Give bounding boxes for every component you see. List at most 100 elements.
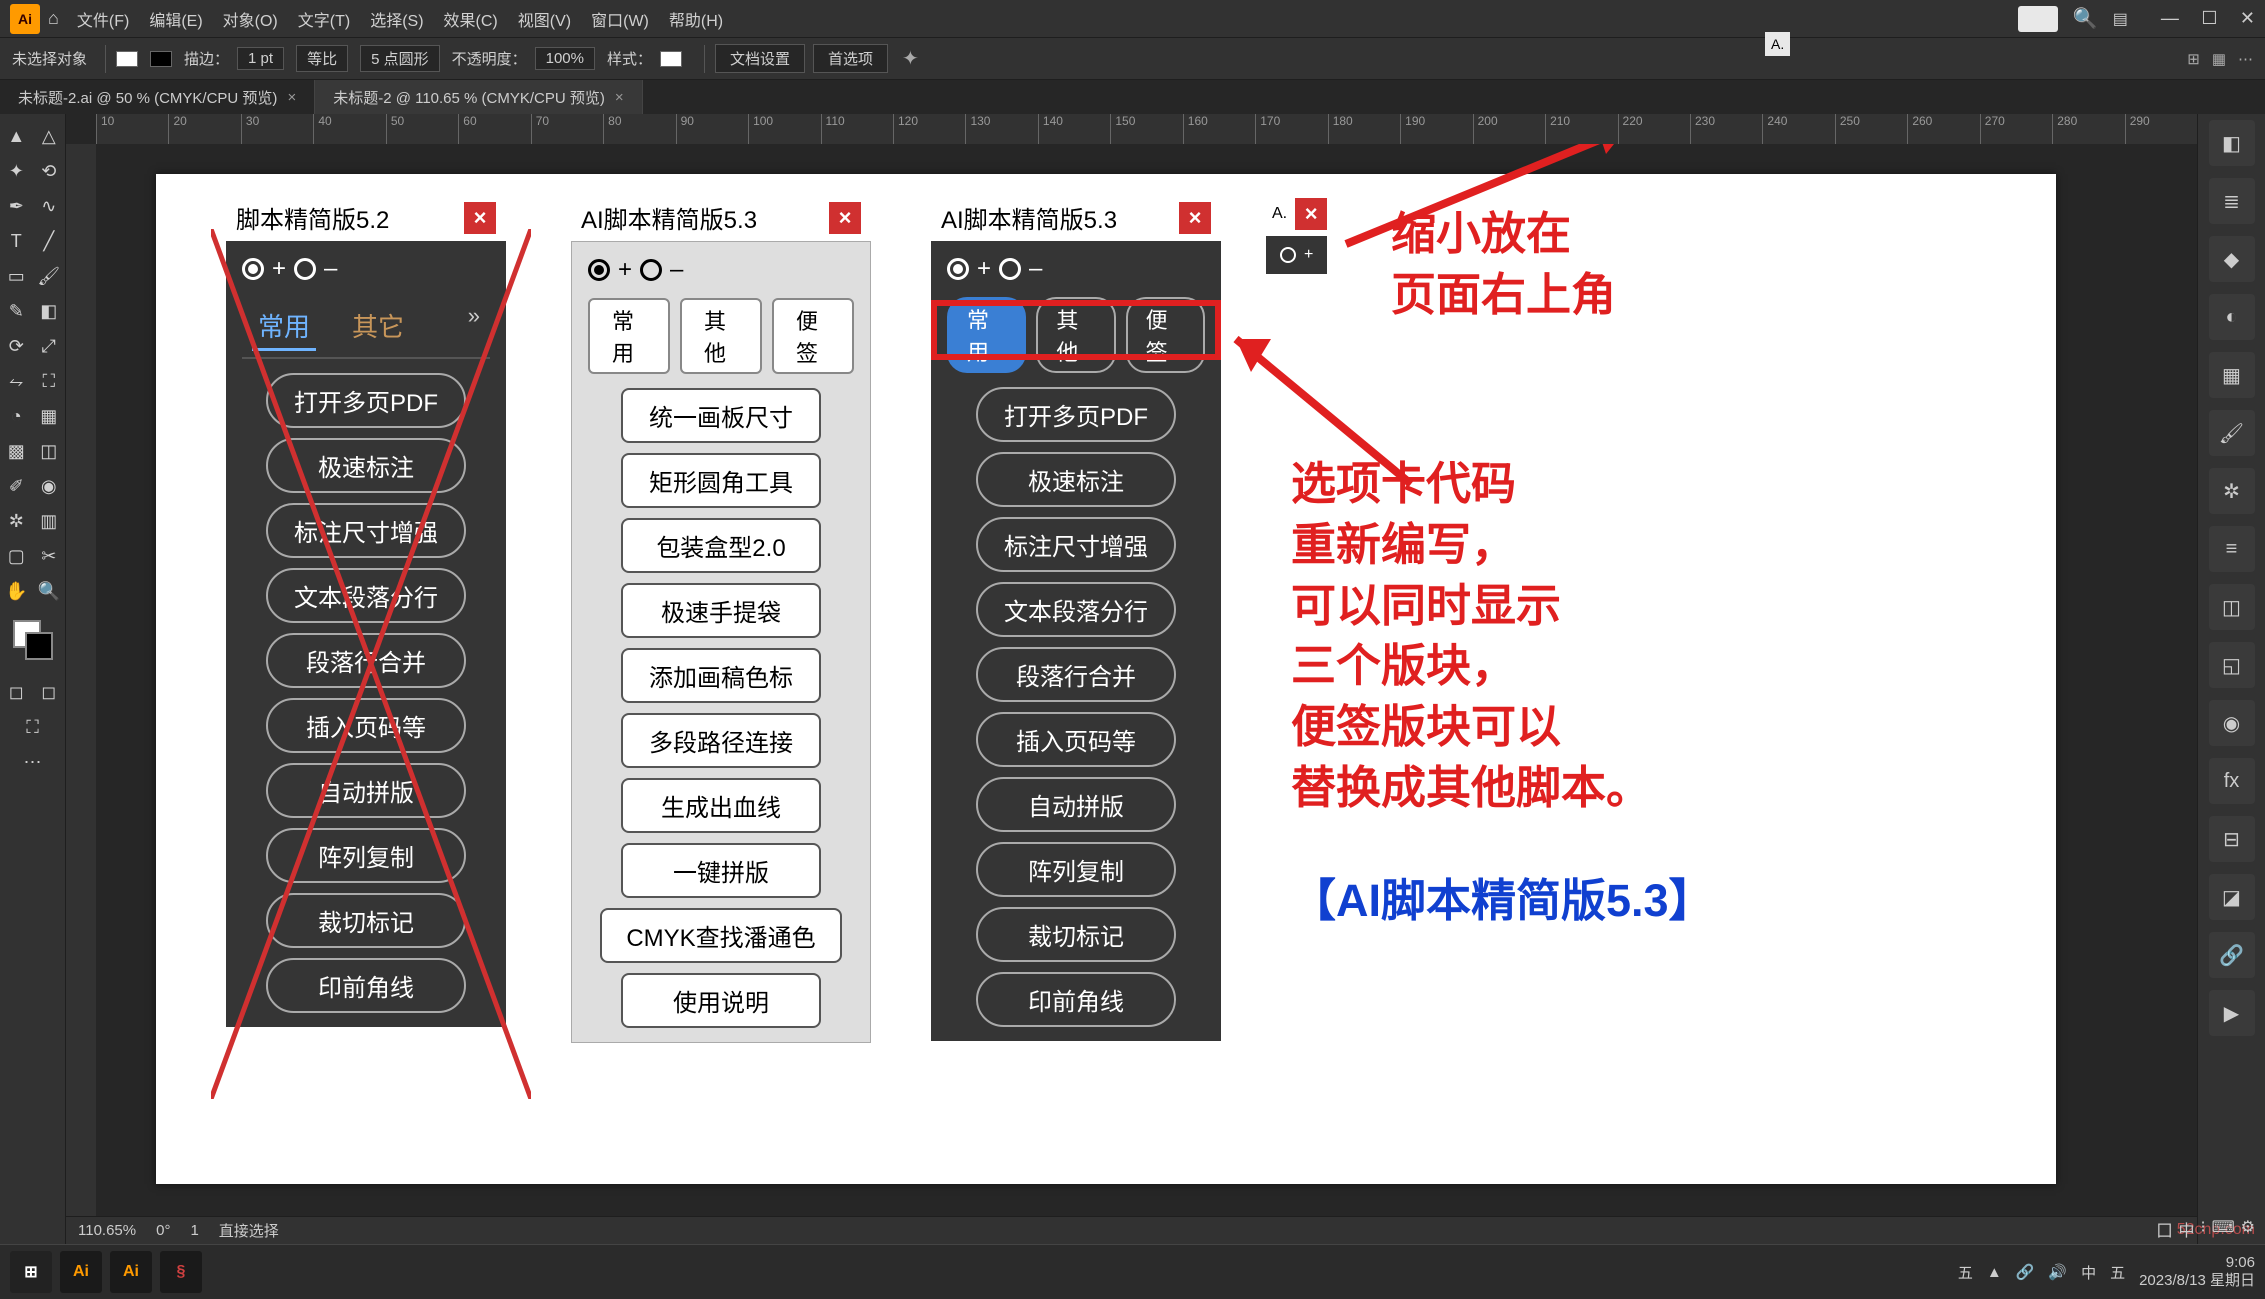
brush-tool[interactable]: 🖌	[33, 260, 66, 293]
rotate-value[interactable]: 0°	[156, 1222, 170, 1239]
btn-page-number[interactable]: 插入页码等	[266, 698, 466, 753]
btn-corner-lines[interactable]: 印前角线	[976, 972, 1176, 1027]
btn-text-split[interactable]: 文本段落分行	[976, 582, 1176, 637]
btn-array-copy[interactable]: 阵列复制	[266, 828, 466, 883]
panel-53d-close[interactable]: ×	[1179, 202, 1211, 234]
btn-array-copy[interactable]: 阵列复制	[976, 842, 1176, 897]
rectangle-tool[interactable]: ▭	[0, 260, 33, 293]
radio-b[interactable]	[640, 259, 662, 281]
shaper-tool[interactable]: ✎	[0, 295, 33, 328]
btn-color-mark[interactable]: 添加画稿色标	[621, 648, 821, 703]
btn-auto-impose[interactable]: 自动拼版	[976, 777, 1176, 832]
zoom-tool[interactable]: 🔍	[33, 575, 66, 608]
mini-panel-app-topright[interactable]: A.	[1765, 32, 1790, 56]
radio-a[interactable]	[947, 258, 969, 280]
width-tool[interactable]: ⥊	[0, 365, 33, 398]
arrange-icon[interactable]: ▤	[2113, 9, 2128, 29]
taskbar-ai-1[interactable]: Ai	[60, 1251, 102, 1293]
btn-open-pdf[interactable]: 打开多页PDF	[976, 387, 1176, 442]
pen-tool[interactable]: ✒	[0, 190, 33, 223]
taskbar-app[interactable]: §	[160, 1251, 202, 1293]
btn-fast-annotate[interactable]: 极速标注	[976, 452, 1176, 507]
play-icon[interactable]: ▶	[2209, 990, 2255, 1036]
btn-open-pdf[interactable]: 打开多页PDF	[266, 373, 466, 428]
btn-page-number[interactable]: 插入页码等	[976, 712, 1176, 767]
radio-b[interactable]	[294, 258, 316, 280]
btn-crop-marks[interactable]: 裁切标记	[976, 907, 1176, 962]
menu-effect[interactable]: 效果(C)	[444, 7, 498, 31]
radio-b[interactable]	[999, 258, 1021, 280]
links-panel-icon[interactable]: 🔗	[2209, 932, 2255, 978]
menu-file[interactable]: 文件(F)	[77, 7, 129, 31]
panel-52-tab-b[interactable]: 其它	[346, 303, 410, 351]
btn-manual[interactable]: 使用说明	[621, 973, 821, 1028]
artboard-tool[interactable]: ▢	[0, 540, 33, 573]
radio-a[interactable]	[588, 259, 610, 281]
pathfinder-panel-icon[interactable]: ◪	[2209, 874, 2255, 920]
panel-53l-tab-a[interactable]: 常用	[588, 298, 670, 374]
menu-text[interactable]: 文字(T)	[298, 7, 350, 31]
mesh-tool[interactable]: ▩	[0, 435, 33, 468]
ime-icon[interactable]: 囗	[2156, 1217, 2172, 1241]
tab-close-icon[interactable]: ×	[287, 89, 296, 106]
tray-network-icon[interactable]: 🔗	[2016, 1263, 2035, 1281]
symbol-sprayer-tool[interactable]: ✲	[0, 505, 33, 538]
swatches-panel-icon[interactable]: ▦	[2209, 352, 2255, 398]
btn-para-merge[interactable]: 段落行合并	[266, 633, 466, 688]
panel-53l-tab-c[interactable]: 便签	[772, 298, 854, 374]
btn-fast-annotate[interactable]: 极速标注	[266, 438, 466, 493]
slice-tool[interactable]: ✂	[33, 540, 66, 573]
tray-ime2-icon[interactable]: 五	[2110, 1262, 2125, 1283]
ime-icon[interactable]: ⁝	[2200, 1217, 2205, 1241]
panel-53l-close[interactable]: ×	[829, 202, 861, 234]
lasso-tool[interactable]: ⟲	[33, 155, 66, 188]
draw-mode-normal[interactable]: ◻	[0, 676, 33, 709]
selection-tool[interactable]: ▲	[0, 120, 33, 153]
background-swatch[interactable]	[25, 632, 53, 660]
btn-box-type[interactable]: 包装盒型2.0	[621, 518, 821, 573]
mini-radio-icon[interactable]	[1280, 247, 1296, 263]
mini-close[interactable]: ×	[1295, 198, 1327, 230]
btn-auto-impose[interactable]: 自动拼版	[266, 763, 466, 818]
btn-join-paths[interactable]: 多段路径连接	[621, 713, 821, 768]
search-icon[interactable]: 🔍	[2073, 6, 2098, 31]
radio-a[interactable]	[242, 258, 264, 280]
start-icon[interactable]: ⊞	[10, 1251, 52, 1293]
expand-icon[interactable]: »	[468, 303, 480, 351]
ime-icon[interactable]: ⚙	[2241, 1217, 2255, 1241]
hand-tool[interactable]: ✋	[0, 575, 33, 608]
line-tool[interactable]: ╱	[33, 225, 66, 258]
doc-setup-button[interactable]: 文档设置	[715, 44, 805, 73]
graphic-styles-panel-icon[interactable]: fx	[2209, 758, 2255, 804]
tray-volume-icon[interactable]: 🔊	[2048, 1263, 2067, 1281]
scale-tool[interactable]: ⤢	[33, 330, 66, 363]
tray-icon[interactable]: ▲	[1987, 1264, 2002, 1281]
taskbar-clock[interactable]: 9:06 2023/8/13 星期日	[2139, 1254, 2255, 1290]
layers-panel-icon[interactable]: ≣	[2209, 178, 2255, 224]
color-panel-icon[interactable]: ◐	[2209, 294, 2255, 340]
stroke-weight[interactable]: 1 pt	[237, 47, 284, 70]
close-icon[interactable]: ✕	[2240, 8, 2255, 28]
btn-crop-marks[interactable]: 裁切标记	[266, 893, 466, 948]
eyedropper-tool[interactable]: ✐	[0, 470, 33, 503]
free-transform-tool[interactable]: ⛶	[33, 365, 66, 398]
align-panel-icon[interactable]: ⊟	[2209, 816, 2255, 862]
opacity-field[interactable]: 100%	[535, 47, 595, 70]
gradient-tool[interactable]: ◫	[33, 435, 66, 468]
tab-close-icon[interactable]: ×	[615, 89, 624, 106]
canvas[interactable]: 脚本精简版5.2 × +– 常用 其它 » 打开多页PDF 极速标注	[96, 144, 2197, 1244]
properties-panel-icon[interactable]: ◧	[2209, 120, 2255, 166]
screen-mode[interactable]: ⛶	[0, 711, 65, 744]
gradient-panel-icon[interactable]: ◫	[2209, 584, 2255, 630]
menu-help[interactable]: 帮助(H)	[669, 7, 723, 31]
menu-view[interactable]: 视图(V)	[518, 7, 571, 31]
btn-dim-enhance[interactable]: 标注尺寸增强	[266, 503, 466, 558]
graph-tool[interactable]: ▥	[33, 505, 66, 538]
zoom-level[interactable]: 110.65%	[78, 1222, 136, 1239]
taskbar-ai-2[interactable]: Ai	[110, 1251, 152, 1293]
fill-stroke-swatches[interactable]	[13, 620, 53, 660]
curvature-tool[interactable]: ∿	[33, 190, 66, 223]
menu-window[interactable]: 窗口(W)	[591, 7, 649, 31]
tray-icon[interactable]: 五	[1958, 1262, 1973, 1283]
brush-dropdown[interactable]: 5 点圆形	[360, 45, 440, 72]
